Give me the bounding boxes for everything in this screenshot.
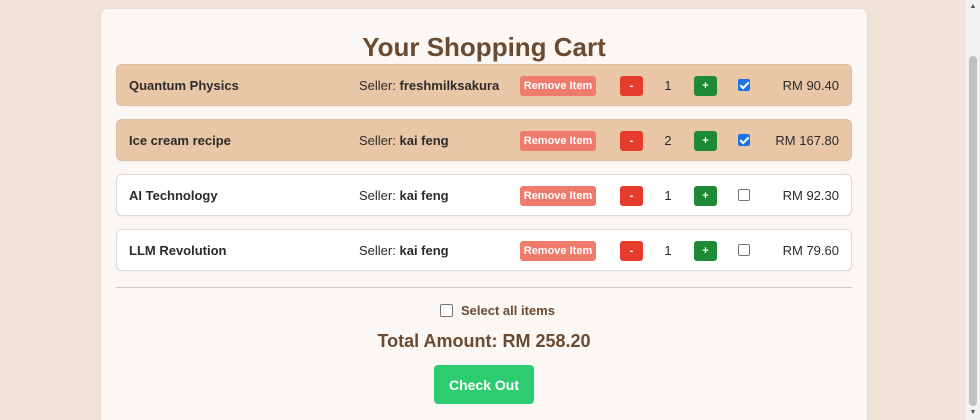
total-amount: Total Amount: RM 258.20: [377, 331, 591, 351]
seller-prefix: Seller:: [359, 188, 396, 203]
item-price: RM 167.80: [775, 133, 839, 148]
item-quantity: 1: [664, 243, 672, 258]
cart-divider: [116, 287, 852, 288]
decrease-quantity-button[interactable]: -: [620, 131, 643, 151]
item-select-checkbox[interactable]: [738, 189, 750, 201]
seller-name: kai feng: [399, 133, 449, 148]
increase-quantity-button[interactable]: +: [694, 241, 717, 261]
item-price: RM 90.40: [782, 78, 839, 93]
item-select-checkbox[interactable]: [738, 79, 750, 91]
item-select-checkbox[interactable]: [738, 134, 750, 146]
seller-name: kai feng: [399, 188, 449, 203]
cart-item: LLM Revolution Seller: kai feng Remove I…: [116, 229, 852, 271]
item-name: AI Technology: [129, 188, 218, 203]
page-title: Your Shopping Cart: [362, 32, 606, 62]
select-all-label[interactable]: Select all items: [461, 303, 555, 319]
item-select-checkbox[interactable]: [738, 244, 750, 256]
seller-prefix: Seller:: [359, 243, 396, 258]
cart-container: Your Shopping Cart Quantum Physics Selle…: [101, 9, 867, 420]
decrease-quantity-button[interactable]: -: [620, 186, 643, 206]
remove-item-button[interactable]: Remove Item: [520, 131, 596, 151]
triangle-down-icon[interactable]: ▼: [966, 406, 980, 420]
item-name: Quantum Physics: [129, 78, 239, 93]
remove-item-button[interactable]: Remove Item: [520, 186, 596, 206]
seller-prefix: Seller:: [359, 133, 396, 148]
cart-item: AI Technology Seller: kai feng Remove It…: [116, 174, 852, 216]
item-quantity: 1: [664, 78, 672, 93]
item-seller: Seller: kai feng: [359, 230, 449, 272]
remove-item-button[interactable]: Remove Item: [520, 241, 596, 261]
item-seller: Seller: freshmilksakura: [359, 65, 499, 107]
triangle-up-icon[interactable]: ▲: [966, 0, 980, 14]
seller-name: kai feng: [399, 243, 449, 258]
browser-viewport: Your Shopping Cart Quantum Physics Selle…: [0, 0, 980, 420]
item-quantity: 2: [664, 133, 672, 148]
increase-quantity-button[interactable]: +: [694, 76, 717, 96]
decrease-quantity-button[interactable]: -: [620, 241, 643, 261]
seller-prefix: Seller:: [359, 78, 396, 93]
scrollbar-thumb[interactable]: [969, 56, 977, 406]
item-seller: Seller: kai feng: [359, 175, 449, 217]
item-name: LLM Revolution: [129, 243, 227, 258]
select-all-checkbox[interactable]: [440, 304, 453, 317]
item-name: Ice cream recipe: [129, 133, 231, 148]
item-price: RM 79.60: [782, 243, 839, 258]
vertical-scrollbar[interactable]: ▲ ▼: [966, 0, 980, 420]
increase-quantity-button[interactable]: +: [694, 131, 717, 151]
cart-item: Ice cream recipe Seller: kai feng Remove…: [116, 119, 852, 161]
checkout-button[interactable]: Check Out: [434, 365, 534, 404]
item-quantity: 1: [664, 188, 672, 203]
decrease-quantity-button[interactable]: -: [620, 76, 643, 96]
increase-quantity-button[interactable]: +: [694, 186, 717, 206]
item-seller: Seller: kai feng: [359, 120, 449, 162]
seller-name: freshmilksakura: [399, 78, 500, 93]
remove-item-button[interactable]: Remove Item: [520, 76, 596, 96]
cart-item: Quantum Physics Seller: freshmilksakura …: [116, 64, 852, 106]
item-price: RM 92.30: [782, 188, 839, 203]
